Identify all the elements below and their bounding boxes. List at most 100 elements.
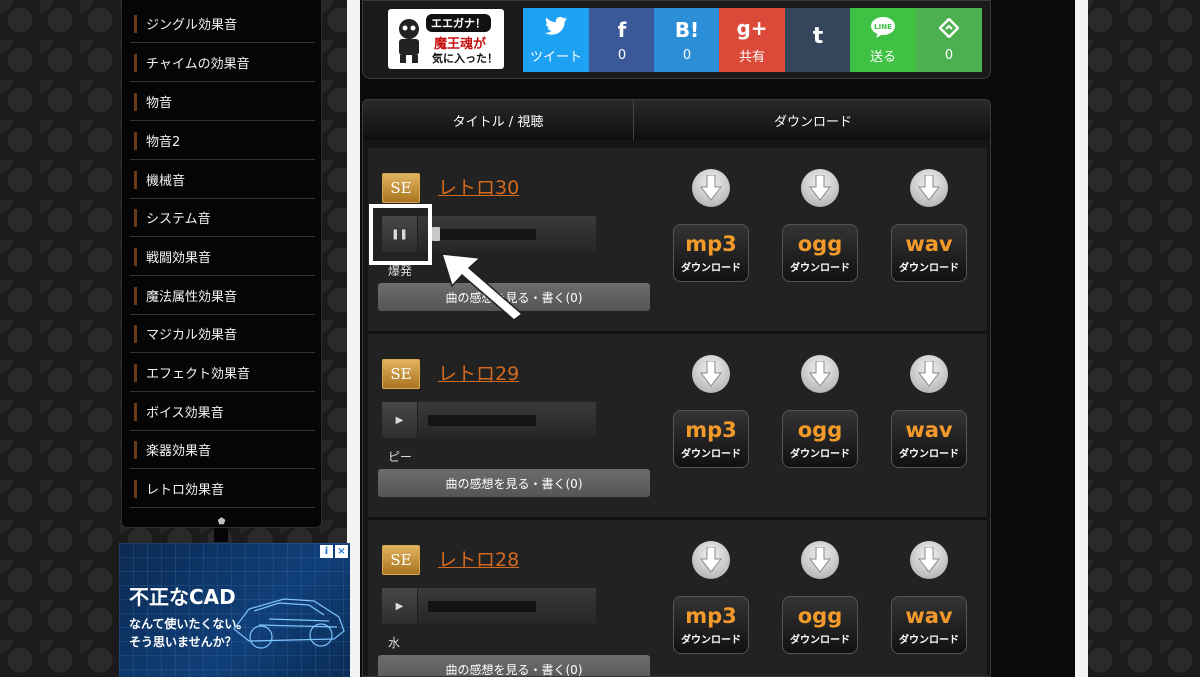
highlight-box [369,204,432,265]
comments-button[interactable]: 曲の感想を見る・書く(0) [378,655,650,676]
se-badge: SE [382,545,420,575]
format-label: wav [905,232,953,256]
download-label: ダウンロード [681,635,741,646]
twitter-share-button[interactable]: ツイート [523,8,589,72]
download-arrow-icon[interactable] [692,541,730,579]
format-label: mp3 [685,418,737,442]
download-label: ダウンロード [681,449,741,460]
robot-mascot-icon [399,19,419,63]
progress-track[interactable] [428,415,536,426]
download-arrow-icon[interactable] [910,169,948,207]
car-wireframe-image [233,598,345,649]
download-arrow-icon[interactable] [801,355,839,393]
bullet-bar [134,92,137,111]
feedly-icon [938,16,960,44]
tumblr-share-button[interactable]: t [785,8,851,72]
sidebar-item-magical[interactable]: マジカル効果音 [130,315,315,353]
column-header-title: タイトル / 視聴 [363,100,633,140]
sidebar-item-label: レトロ効果音 [146,483,225,498]
download-mp3-button[interactable]: mp3 ダウンロード [673,596,749,654]
download-arrow-icon[interactable] [910,541,948,579]
format-label: ogg [797,604,843,628]
sidebar-item-machine[interactable]: 機械音 [130,161,315,199]
play-button[interactable]: ▶ [382,588,418,624]
sidebar-item-label: ボイス効果音 [146,406,224,421]
twitter-icon [545,16,567,42]
info-icon[interactable]: i [320,545,333,558]
sidebar-item-label: ジングル効果音 [146,18,238,33]
share-box: エエガナ！ 魔王魂が 気に入った！ ツイート f 0 B! 0 g+ 共有 t … [362,0,991,79]
download-mp3-button[interactable]: mp3 ダウンロード [673,224,749,282]
download-arrow-icon[interactable] [692,169,730,207]
track-title-link[interactable]: レトロ28 [438,545,519,572]
download-arrow-icon[interactable] [910,355,948,393]
facebook-share-button[interactable]: f 0 [589,8,655,72]
line-share-button[interactable]: LINE 送る [850,8,916,72]
download-label: ダウンロード [790,263,850,274]
progress-track[interactable] [428,601,536,612]
download-label: ダウンロード [899,263,959,274]
sound-table: タイトル / 視聴 ダウンロード SE レトロ30 ❚❚ 爆発 曲の感想を見る・… [362,99,991,677]
sidebar-item-battle[interactable]: 戦闘効果音 [130,238,315,276]
feedly-share-button[interactable]: 0 [916,8,982,72]
track-title-link[interactable]: レトロ30 [438,173,519,200]
download-label: ダウンロード [790,449,850,460]
ad-headline: 不正なCAD [129,585,236,609]
bullet-bar [134,286,137,305]
play-button[interactable]: ▶ [382,402,418,438]
track-description: ピー [388,450,413,464]
download-arrow-icon[interactable] [692,355,730,393]
bullet-bar [134,402,137,421]
sidebar-item-effect[interactable]: エフェクト効果音 [130,354,315,392]
download-ogg-button[interactable]: ogg ダウンロード [782,224,858,282]
site-logo-badge[interactable]: エエガナ！ 魔王魂が 気に入った！ [388,9,504,69]
sidebar-item-retro[interactable]: レトロ効果音 [130,470,315,508]
comments-button[interactable]: 曲の感想を見る・書く(0) [378,469,650,497]
bullet-bar [134,170,137,189]
column-header-download: ダウンロード [634,100,990,140]
progress-track[interactable] [428,229,536,240]
ad-banner[interactable]: 不正なCAD なんて使いたくない。 そう思いませんか？ i × [119,543,350,677]
google-plus-icon: g+ [736,15,768,40]
sidebar-item-monooto2[interactable]: 物音2 [130,122,315,160]
ad-line-2: そう思いませんか？ [129,635,237,649]
logo-line-2: 気に入った！ [432,52,498,65]
download-wav-button[interactable]: wav ダウンロード [891,224,967,282]
sidebar-item-jingle[interactable]: ジングル効果音 [130,5,315,43]
sidebar-stem [214,528,228,542]
download-wav-button[interactable]: wav ダウンロード [891,410,967,468]
sidebar-item-label: チャイムの効果音 [146,57,250,72]
close-icon[interactable]: × [335,545,348,558]
track-title-link[interactable]: レトロ29 [438,359,519,386]
google-plus-share-button[interactable]: g+ 共有 [719,8,785,72]
hatena-share-button[interactable]: B! 0 [654,8,720,72]
sidebar-item-label: システム音 [146,212,211,227]
hatena-icon: B! [674,17,700,42]
download-label: ダウンロード [899,635,959,646]
line-label: 送る [869,49,896,65]
progress-knob[interactable] [432,227,440,241]
bullet-bar [134,131,137,150]
download-label: ダウンロード [790,635,850,646]
pin-icon: ⬟ [217,517,226,527]
audio-player: ▶ [382,402,596,438]
se-badge: SE [382,359,420,389]
sidebar-item-instrument[interactable]: 楽器効果音 [130,431,315,469]
download-arrow-icon[interactable] [801,169,839,207]
download-ogg-button[interactable]: ogg ダウンロード [782,596,858,654]
format-label: ogg [797,232,843,256]
sidebar-item-chime[interactable]: チャイムの効果音 [130,44,315,82]
track-row: SE レトロ28 ▶ 水 曲の感想を見る・書く(0) mp3 ダウンロード ogg… [368,520,987,676]
download-wav-button[interactable]: wav ダウンロード [891,596,967,654]
sidebar-footer: ⬟ [122,513,321,527]
download-ogg-button[interactable]: ogg ダウンロード [782,410,858,468]
sidebar-nav: ジングル効果音 チャイムの効果音 物音 物音2 機械音 システム音 戦闘効果音 … [121,0,322,528]
download-arrow-icon[interactable] [801,541,839,579]
sidebar-item-magic-attr[interactable]: 魔法属性効果音 [130,277,315,315]
sidebar-item-system[interactable]: システム音 [130,199,315,237]
sidebar-item-label: 機械音 [146,174,186,189]
sidebar-item-voice[interactable]: ボイス効果音 [130,393,315,431]
download-mp3-button[interactable]: mp3 ダウンロード [673,410,749,468]
pointer-arrow-icon [440,253,524,321]
sidebar-item-monooto[interactable]: 物音 [130,83,315,121]
